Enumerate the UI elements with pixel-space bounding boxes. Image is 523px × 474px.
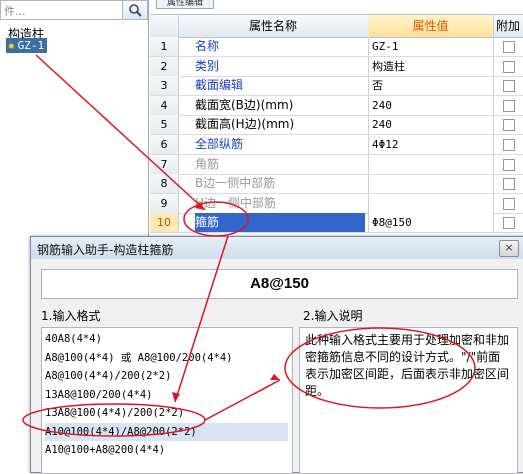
formula-display: A8@150 [41, 269, 518, 299]
format-option[interactable]: 40A8(4*4) [45, 330, 288, 348]
tree-item-gz1[interactable]: ✹ GZ-1 [6, 38, 48, 53]
property-value[interactable]: 构造柱 [368, 56, 493, 76]
property-value[interactable] [368, 174, 493, 194]
property-value[interactable]: 240 [368, 95, 493, 115]
property-name: 角筋 [195, 156, 220, 171]
dialog-titlebar[interactable]: 钢筋输入助手-构造柱箍筋 × [31, 237, 523, 259]
extra-cell [493, 193, 523, 213]
table-row[interactable]: 8 B边一侧中部筋 [150, 174, 523, 195]
rebar-input-dialog: 钢筋输入助手-构造柱箍筋 × A8@150 1.输入格式 2.输入说明 40A8… [30, 236, 523, 474]
table-row[interactable]: 10 箍筋 Φ8@150 [150, 213, 523, 234]
note-section-label: 2.输入说明 [303, 309, 363, 323]
table-row[interactable]: 4 截面宽(B边)(mm) 240 [150, 95, 523, 116]
property-value[interactable]: 4Φ12 [368, 135, 493, 154]
header-value[interactable]: 属性值 [368, 15, 494, 37]
property-name: 截面宽(B边)(mm) [195, 97, 294, 112]
extra-checkbox[interactable] [503, 178, 515, 191]
extra-cell [493, 95, 523, 115]
property-value[interactable] [368, 193, 493, 213]
property-name: B边一侧中部筋 [195, 176, 276, 191]
format-option[interactable]: A8@100(4*4)/200(2*2) [45, 367, 288, 385]
search-icon [129, 4, 142, 17]
extra-cell [493, 37, 523, 56]
row-number: 5 [150, 115, 179, 135]
row-number: 8 [150, 174, 179, 194]
component-icon: ✹ [8, 39, 15, 52]
extra-checkbox[interactable] [503, 217, 515, 230]
row-number: 4 [150, 95, 179, 115]
property-value[interactable]: 否 [368, 76, 493, 96]
row-number: 3 [150, 76, 179, 96]
format-option[interactable]: 13A8@100/200(4*4) [45, 386, 288, 404]
extra-cell [493, 213, 523, 233]
property-value[interactable]: 240 [368, 115, 493, 135]
extra-cell [493, 76, 523, 96]
close-button[interactable]: × [499, 240, 519, 257]
extra-checkbox[interactable] [503, 41, 515, 53]
table-row[interactable]: 6 全部纵筋 4Φ12 [150, 135, 523, 155]
format-option[interactable]: 13A8@100(4*4)/200(2*2) [45, 404, 288, 422]
extra-cell [493, 154, 523, 174]
note-text: 此种输入格式主要用于处理加密和非加密箍筋信息不同的设计方式。"/"前面表示加密区… [305, 333, 510, 398]
extra-cell [493, 174, 523, 194]
property-name: 类别 [195, 58, 220, 73]
header-num [150, 15, 179, 37]
tree-item-label: GZ-1 [17, 39, 45, 52]
table-row[interactable]: 5 截面高(H边)(mm) 240 [150, 115, 523, 136]
header-name[interactable]: 属性名称 [178, 15, 369, 37]
property-name: H边一侧中部筋 [195, 195, 277, 210]
note-box: 此种输入格式主要用于处理加密和非加密箍筋信息不同的设计方式。"/"前面表示加密区… [299, 327, 518, 474]
format-option[interactable]: A10@100+A8@200(4*4) [45, 441, 288, 459]
extra-cell [493, 56, 523, 76]
table-row[interactable]: 9 H边一侧中部筋 [150, 193, 523, 214]
extra-checkbox[interactable] [503, 119, 515, 132]
format-section-label: 1.输入格式 [41, 309, 101, 323]
search-input[interactable]: 件... [0, 0, 124, 20]
table-row[interactable]: 3 截面编辑 否 [150, 76, 523, 97]
table-row[interactable]: 2 类别 构造柱 [150, 56, 523, 77]
extra-checkbox[interactable] [503, 60, 515, 73]
property-name: 名称 [195, 39, 220, 53]
extra-cell [493, 135, 523, 154]
format-option[interactable]: A10@100(4*4)/A8@200(2*2) [45, 422, 288, 441]
extra-checkbox[interactable] [503, 197, 515, 210]
format-list[interactable]: 40A8(4*4) A8@100(4*4) 或 A8@100/200(4*4) A8… [41, 327, 293, 474]
row-number: 6 [150, 135, 179, 154]
dialog-title: 钢筋输入助手-构造柱箍筋 [37, 243, 174, 257]
row-number: 10 [150, 213, 179, 233]
property-value[interactable] [368, 154, 493, 174]
search-button[interactable] [122, 0, 148, 20]
property-name: 截面高(H边)(mm) [195, 117, 295, 132]
row-number: 9 [150, 193, 179, 213]
extra-checkbox[interactable] [503, 139, 515, 151]
tab-property-edit[interactable]: 属性编辑 [156, 0, 214, 9]
extra-checkbox[interactable] [503, 99, 515, 112]
property-value[interactable]: Φ8@150 [368, 213, 493, 233]
header-extra[interactable]: 附加 [493, 15, 523, 37]
property-name: 截面编辑 [195, 78, 244, 93]
table-row[interactable]: 7 角筋 [150, 154, 523, 175]
format-option[interactable]: A8@100(4*4) 或 A8@100/200(4*4) [45, 349, 288, 367]
row-number: 7 [150, 154, 179, 174]
property-name: 箍筋 [195, 213, 365, 233]
grid-header: 属性名称 属性值 附加 [150, 14, 523, 38]
extra-checkbox[interactable] [503, 158, 515, 171]
row-number: 2 [150, 56, 179, 76]
property-value[interactable]: GZ-1 [368, 37, 493, 56]
property-name: 全部纵筋 [195, 137, 244, 151]
row-number: 1 [150, 37, 179, 56]
table-row[interactable]: 1 名称 GZ-1 [150, 37, 523, 57]
extra-cell [493, 115, 523, 135]
extra-checkbox[interactable] [503, 80, 515, 93]
